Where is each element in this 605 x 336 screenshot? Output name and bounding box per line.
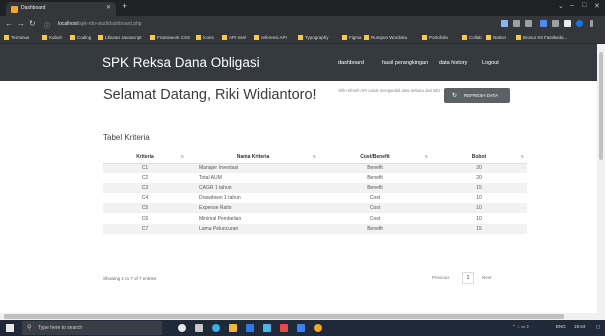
- clock[interactable]: 19:44: [574, 324, 585, 329]
- welcome-heading: Selamat Datang, Riki Widiantoro!: [103, 87, 317, 103]
- nav-data-history[interactable]: data history: [439, 60, 467, 66]
- nav-logout[interactable]: Logout: [482, 60, 499, 66]
- bookmark-item[interactable]: Rumpun Wordoku: [364, 35, 407, 40]
- app-navbar: SPK Reksa Dana Obligasi dashboard hasil …: [0, 44, 605, 81]
- bookmark-item[interactable]: referensi API: [254, 35, 287, 40]
- windows-start-icon[interactable]: [6, 324, 14, 332]
- column-header-nama-kriteria[interactable]: Nama Kriteria ⇅: [187, 151, 319, 164]
- table-info: Showing 1 to 7 of 7 entries: [103, 276, 157, 281]
- extension-icon[interactable]: [501, 20, 508, 27]
- browser-tab[interactable]: Dashboard ✕: [6, 2, 116, 16]
- table-row: C4 Drawdown 1 tahun Cost 10: [141, 195, 482, 202]
- reload-icon[interactable]: ↻: [29, 19, 36, 28]
- new-tab-icon[interactable]: +: [122, 1, 127, 11]
- refresh-note: Klik refresh API untuk mengambil data te…: [338, 88, 440, 93]
- refresh-icon: ↻: [452, 93, 458, 99]
- column-header-kriteria[interactable]: Kriteria ⇅: [103, 151, 187, 164]
- url-path: /spk-rdo-stud/dashboard.php: [77, 21, 142, 27]
- cortana-icon[interactable]: [178, 324, 186, 332]
- share-icon[interactable]: [513, 20, 520, 27]
- table-row: C7 Lama Peluncuran Benefit 15: [103, 223, 527, 234]
- column-header-bobot[interactable]: Bobot ⇅: [431, 151, 527, 164]
- table-row: C1 Manajer Investasi Benefit 20: [103, 163, 527, 174]
- url-host: localhost: [58, 21, 78, 27]
- language-indicator[interactable]: ENG: [556, 324, 566, 329]
- column-header-cost-benefit[interactable]: Cost/Benefit ⇅: [319, 151, 431, 164]
- taskbar: ⚲ Type here to search ⌃ ◌ ▭ ◊ ENG 19:44 …: [0, 320, 605, 336]
- extension-icon[interactable]: [552, 20, 559, 27]
- puzzle-icon[interactable]: [564, 20, 571, 27]
- url-field[interactable]: localhost/spk-rdo-stud/dashboard.php: [58, 21, 142, 27]
- table-row: C3 CAGR 1 tahun Benefit 15: [103, 183, 527, 194]
- back-icon[interactable]: ←: [5, 19, 13, 28]
- forward-icon[interactable]: →: [17, 19, 25, 28]
- tab-close-icon[interactable]: ✕: [106, 4, 111, 11]
- bookmark-item[interactable]: Liburan Javascript: [98, 35, 142, 40]
- app-icon[interactable]: [280, 324, 288, 332]
- criteria-table: Kriteria ⇅ Nama Kriteria ⇅ Cost/Benefit ⇅ B…: [103, 151, 527, 234]
- info-icon[interactable]: ⓘ: [44, 21, 50, 30]
- taskbar-search-placeholder: Type here to search: [38, 325, 83, 331]
- bookmark-item[interactable]: Brosur Kit Fastikeda...: [516, 35, 567, 40]
- tab-title: Dashboard: [21, 5, 46, 11]
- task-view-icon[interactable]: [195, 324, 203, 332]
- vscode-icon[interactable]: [297, 324, 305, 332]
- sort-icon: ⇅: [312, 154, 316, 159]
- edge-icon[interactable]: [212, 324, 220, 332]
- app-icon[interactable]: [263, 324, 271, 332]
- section-title: Tabel Kriteria: [103, 133, 150, 142]
- brand-title[interactable]: SPK Reksa Dana Obligasi: [102, 55, 260, 70]
- file-explorer-icon[interactable]: [229, 324, 237, 332]
- sort-icon: ⇅: [180, 154, 184, 159]
- bookmark-item[interactable]: Kubuh: [42, 35, 62, 40]
- nav-hasil-perangkingan[interactable]: hasil perangkingan: [382, 60, 428, 66]
- chrome-icon[interactable]: [314, 324, 322, 332]
- table-header-row: Kriteria ⇅ Nama Kriteria ⇅ Cost/Benefit ⇅ B…: [103, 151, 527, 164]
- table-row: C2 Total AUM Benefit 20: [141, 175, 482, 182]
- bookmark-item[interactable]: Nation: [486, 35, 506, 40]
- horizontal-scrollbar-thumb[interactable]: [4, 314, 564, 319]
- nav-dashboard[interactable]: dashboard: [338, 60, 364, 66]
- bookmark-item[interactable]: Icons: [196, 35, 214, 40]
- pagination-current[interactable]: 1: [462, 272, 474, 284]
- table-row: C6 Minimal Pembelian Cost 10: [141, 215, 482, 222]
- pagination-previous[interactable]: Previous: [432, 275, 450, 280]
- menu-icon[interactable]: [590, 20, 593, 27]
- favicon-icon: [11, 6, 18, 13]
- bookmark-item[interactable]: API Intel: [222, 35, 246, 40]
- browser-tab-bar: Dashboard ✕ + ⌄ – □ ✕: [0, 0, 605, 16]
- refresh-data-button[interactable]: ↻ REFRESH DATA: [444, 88, 510, 103]
- sort-icon: ⇅: [424, 154, 428, 159]
- pagination-next[interactable]: Next: [482, 275, 491, 280]
- table-row: C5 Expense Ratio Cost 10: [103, 203, 527, 214]
- bookmark-item[interactable]: Figma: [342, 35, 362, 40]
- system-tray-icons[interactable]: ⌃ ◌ ▭ ◊: [512, 324, 529, 330]
- bookmark-item[interactable]: Typography: [298, 35, 329, 40]
- address-bar: ← → ↻ ⓘ localhost/spk-rdo-stud/dashboard…: [0, 16, 605, 33]
- taskbar-search-input[interactable]: ⚲ Type here to search: [22, 321, 162, 335]
- close-window-icon[interactable]: ✕: [594, 2, 600, 10]
- maximize-icon[interactable]: □: [582, 2, 586, 9]
- bookmark-item[interactable]: Collab: [462, 35, 482, 40]
- refresh-button-label: REFRESH DATA: [464, 93, 499, 98]
- extension-icon[interactable]: [540, 20, 547, 27]
- notification-icon[interactable]: ▢: [596, 324, 600, 330]
- bookmark-item[interactable]: Portofolio: [422, 35, 448, 40]
- avatar[interactable]: [576, 20, 583, 27]
- minimize-icon[interactable]: –: [570, 2, 574, 9]
- vertical-scrollbar-thumb[interactable]: [599, 52, 603, 160]
- search-icon: ⚲: [27, 325, 32, 331]
- star-icon[interactable]: [525, 20, 532, 27]
- bookmark-item[interactable]: Framework CSS: [150, 35, 190, 40]
- store-icon[interactable]: [246, 324, 254, 332]
- bookmark-item[interactable]: Coding: [70, 35, 91, 40]
- sort-icon: ⇅: [520, 154, 524, 159]
- bookmark-item[interactable]: Terminus: [4, 35, 29, 40]
- bookmarks-bar: Terminus Kubuh Coding Liburan Javascript…: [0, 33, 605, 44]
- chevron-down-icon[interactable]: ⌄: [558, 2, 564, 10]
